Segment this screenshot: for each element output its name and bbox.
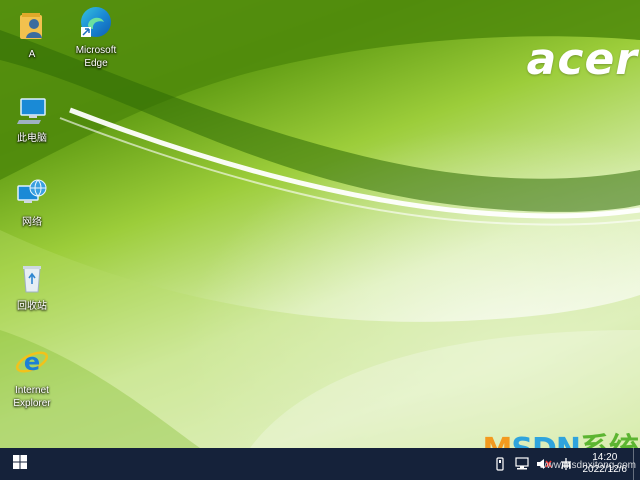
network-tray-icon[interactable] <box>511 448 533 480</box>
desktop-icon-label: 回收站 <box>17 301 47 312</box>
desktop-icon-network[interactable]: 网络 <box>0 176 64 229</box>
acer-logo: acer <box>526 34 638 85</box>
svg-text:e: e <box>24 348 40 376</box>
desktop-icon-internet-explorer[interactable]: e Internet Explorer <box>0 344 64 410</box>
start-button[interactable] <box>0 448 40 480</box>
usb-icon[interactable] <box>489 448 511 480</box>
network-icon <box>14 176 50 212</box>
edge-icon <box>78 4 114 40</box>
recycle-bin-icon <box>14 260 50 296</box>
desktop[interactable]: acer A Microsoft Edge 此电脑 网络 回收站 e Inter… <box>0 0 640 448</box>
desktop-icon-recycle-bin[interactable]: 回收站 <box>0 260 64 313</box>
user-folder-icon <box>14 8 50 44</box>
watermark-url: www.msdnxitong.com <box>539 460 636 471</box>
desktop-icon-label: Microsoft Edge <box>75 45 117 69</box>
desktop-icon-label: A <box>28 49 36 60</box>
desktop-icon-user-folder[interactable]: A <box>0 8 64 61</box>
desktop-icon-label: 网络 <box>22 217 42 228</box>
windows-start-icon <box>13 454 27 474</box>
desktop-icon-this-pc[interactable]: 此电脑 <box>0 92 64 145</box>
this-pc-icon <box>14 92 50 128</box>
desktop-icon-edge[interactable]: Microsoft Edge <box>64 4 128 70</box>
internet-explorer-icon: e <box>14 344 50 380</box>
desktop-icon-label: Internet Explorer <box>13 385 51 409</box>
desktop-icon-label: 此电脑 <box>17 133 47 144</box>
